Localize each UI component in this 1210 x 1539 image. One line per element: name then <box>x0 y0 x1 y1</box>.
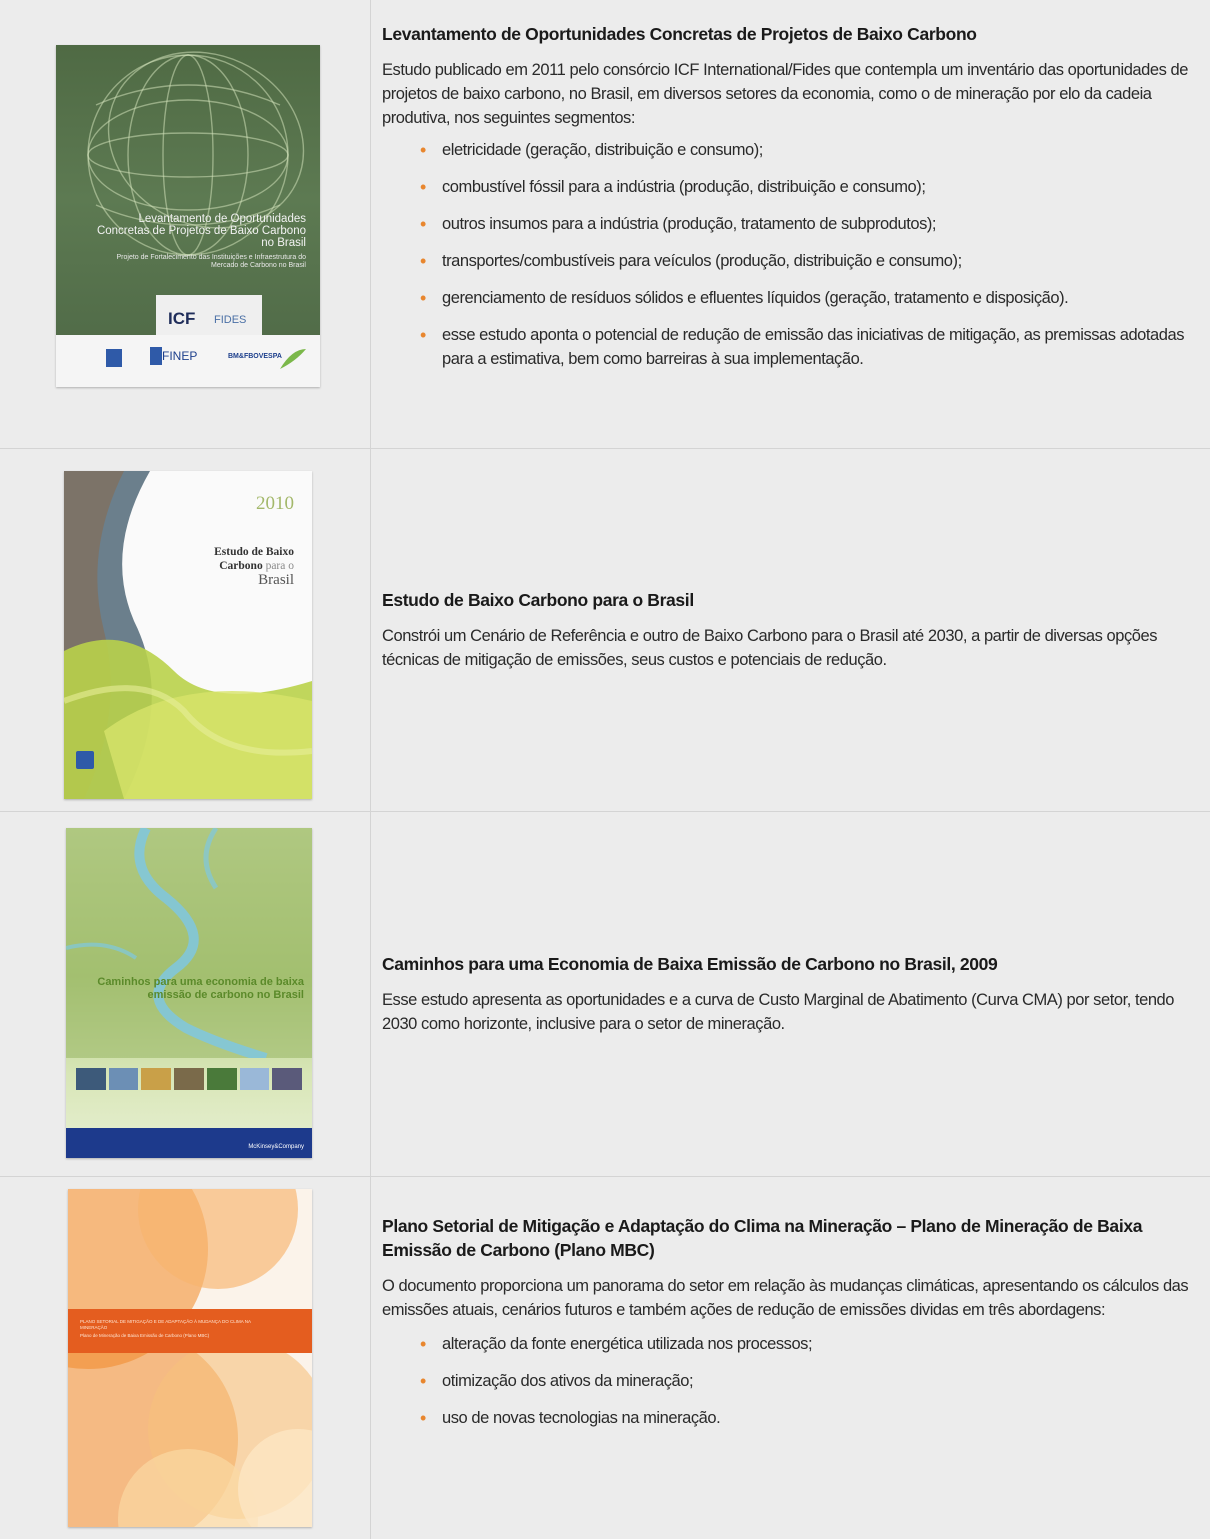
list-item: • combustível fóssil para a indústria (pr… <box>420 177 926 197</box>
book-cover-image: Caminhos para uma economia de baixa emis… <box>66 828 312 1158</box>
bullet-list: • alteração da fonte energética utilizada… <box>382 1332 1196 1443</box>
description-cell: Caminhos para uma Economia de Baixa Emis… <box>382 812 1196 1176</box>
bullet-icon: • <box>420 1408 426 1428</box>
cover-cell: Caminhos para uma economia de baixa emis… <box>0 812 371 1176</box>
item-text: Estudo publicado em 2011 pelo consórcio … <box>382 61 1188 127</box>
cover-subtitle: Projeto de Fortalecimento das Instituiçõ… <box>116 254 307 269</box>
description-cell: Levantamento de Oportunidades Concretas … <box>382 0 1196 448</box>
cover-title: PLANO SETORIAL DE MITIGAÇÃO E DE ADAPTAÇ… <box>80 1319 251 1338</box>
item-title: Caminhos para uma Economia de Baixa Emis… <box>382 954 998 974</box>
item-title: Levantamento de Oportunidades Concretas … <box>382 24 977 44</box>
item-title: Estudo de Baixo Carbono para o Brasil <box>382 590 694 610</box>
cover-cell: Levantamento de Oportunidades Concretas … <box>0 0 371 448</box>
cover-cell: 2010 Estudo de Baixo Carbono para o Bras… <box>0 449 371 811</box>
item-text: Constrói um Cenário de Referência e outr… <box>382 627 1158 669</box>
cover-artwork <box>68 1189 312 1527</box>
publisher-logo: McKinsey&Company <box>248 1144 304 1150</box>
river-graphic <box>66 828 312 1058</box>
list-item: • esse estudo aponta o potencial de reduç… <box>420 325 1185 368</box>
finep-icon <box>150 347 162 365</box>
list-item: • uso de novas tecnologias na mineração. <box>420 1408 721 1428</box>
leaf-icon <box>280 349 306 369</box>
list-item: • eletricidade (geração, distribuição e c… <box>420 140 763 160</box>
list-item: • transportes/combustíveis para veículos … <box>420 251 962 271</box>
bullet-icon: • <box>420 140 426 160</box>
icf-logo: ICF <box>168 309 196 328</box>
bullet-icon: • <box>420 177 426 197</box>
fides-logo: FIDES <box>214 314 247 326</box>
item-text: O documento proporciona um panorama do s… <box>382 1277 1189 1319</box>
book-cover-image: 2010 Estudo de Baixo Carbono para o Bras… <box>64 471 312 799</box>
list-item: • alteração da fonte energética utilizada… <box>420 1334 813 1354</box>
list-item: • outros insumos para a indústria (produç… <box>420 214 937 234</box>
photo-strip <box>76 1068 303 1090</box>
sponsor-strip: FINEP BM&FBOVESPA <box>56 335 320 387</box>
bullet-icon: • <box>420 1371 426 1391</box>
worldbank-logo <box>106 349 122 367</box>
table-row: Levantamento de Oportunidades Concretas … <box>0 0 1210 449</box>
bmf-logo: BM&FBOVESPA <box>228 353 282 360</box>
table-row: Caminhos para uma economia de baixa emis… <box>0 812 1210 1177</box>
cover-cell: PLANO SETORIAL DE MITIGAÇÃO E DE ADAPTAÇ… <box>0 1177 371 1539</box>
bullet-icon: • <box>420 288 426 308</box>
references-table: Levantamento de Oportunidades Concretas … <box>0 0 1210 1539</box>
finep-logo: FINEP <box>162 349 198 363</box>
book-cover-image: Levantamento de Oportunidades Concretas … <box>56 45 320 387</box>
table-row: 2010 Estudo de Baixo Carbono para o Bras… <box>0 449 1210 812</box>
description-cell: Plano Setorial de Mitigação e Adaptação … <box>382 1177 1196 1539</box>
table-row: PLANO SETORIAL DE MITIGAÇÃO E DE ADAPTAÇ… <box>0 1177 1210 1539</box>
item-text: Esse estudo apresenta as oportunidades e… <box>382 991 1175 1033</box>
cover-title: Levantamento de Oportunidades Concretas … <box>96 213 306 249</box>
book-cover-image: PLANO SETORIAL DE MITIGAÇÃO E DE ADAPTAÇ… <box>68 1189 312 1527</box>
bullet-list: • eletricidade (geração, distribuição e c… <box>382 138 1196 384</box>
worldbank-logo <box>76 751 94 769</box>
publisher-band <box>66 1128 312 1158</box>
cover-title: Estudo de Baixo Carbono para o Brasil <box>214 546 294 588</box>
bullet-icon: • <box>420 1334 426 1354</box>
cover-title: Caminhos para uma economia de baixa emis… <box>97 976 304 1001</box>
bullet-icon: • <box>420 214 426 234</box>
description-cell: Estudo de Baixo Carbono para o Brasil Co… <box>382 449 1196 811</box>
cover-artwork <box>64 471 312 799</box>
cover-year: 2010 <box>256 493 294 514</box>
bullet-icon: • <box>420 251 426 271</box>
bullet-icon: • <box>420 325 426 345</box>
list-item: • otimização dos ativos da mineração; <box>420 1371 694 1391</box>
item-title: Plano Setorial de Mitigação e Adaptação … <box>382 1216 1143 1260</box>
list-item: • gerenciamento de resíduos sólidos e efl… <box>420 288 1069 308</box>
